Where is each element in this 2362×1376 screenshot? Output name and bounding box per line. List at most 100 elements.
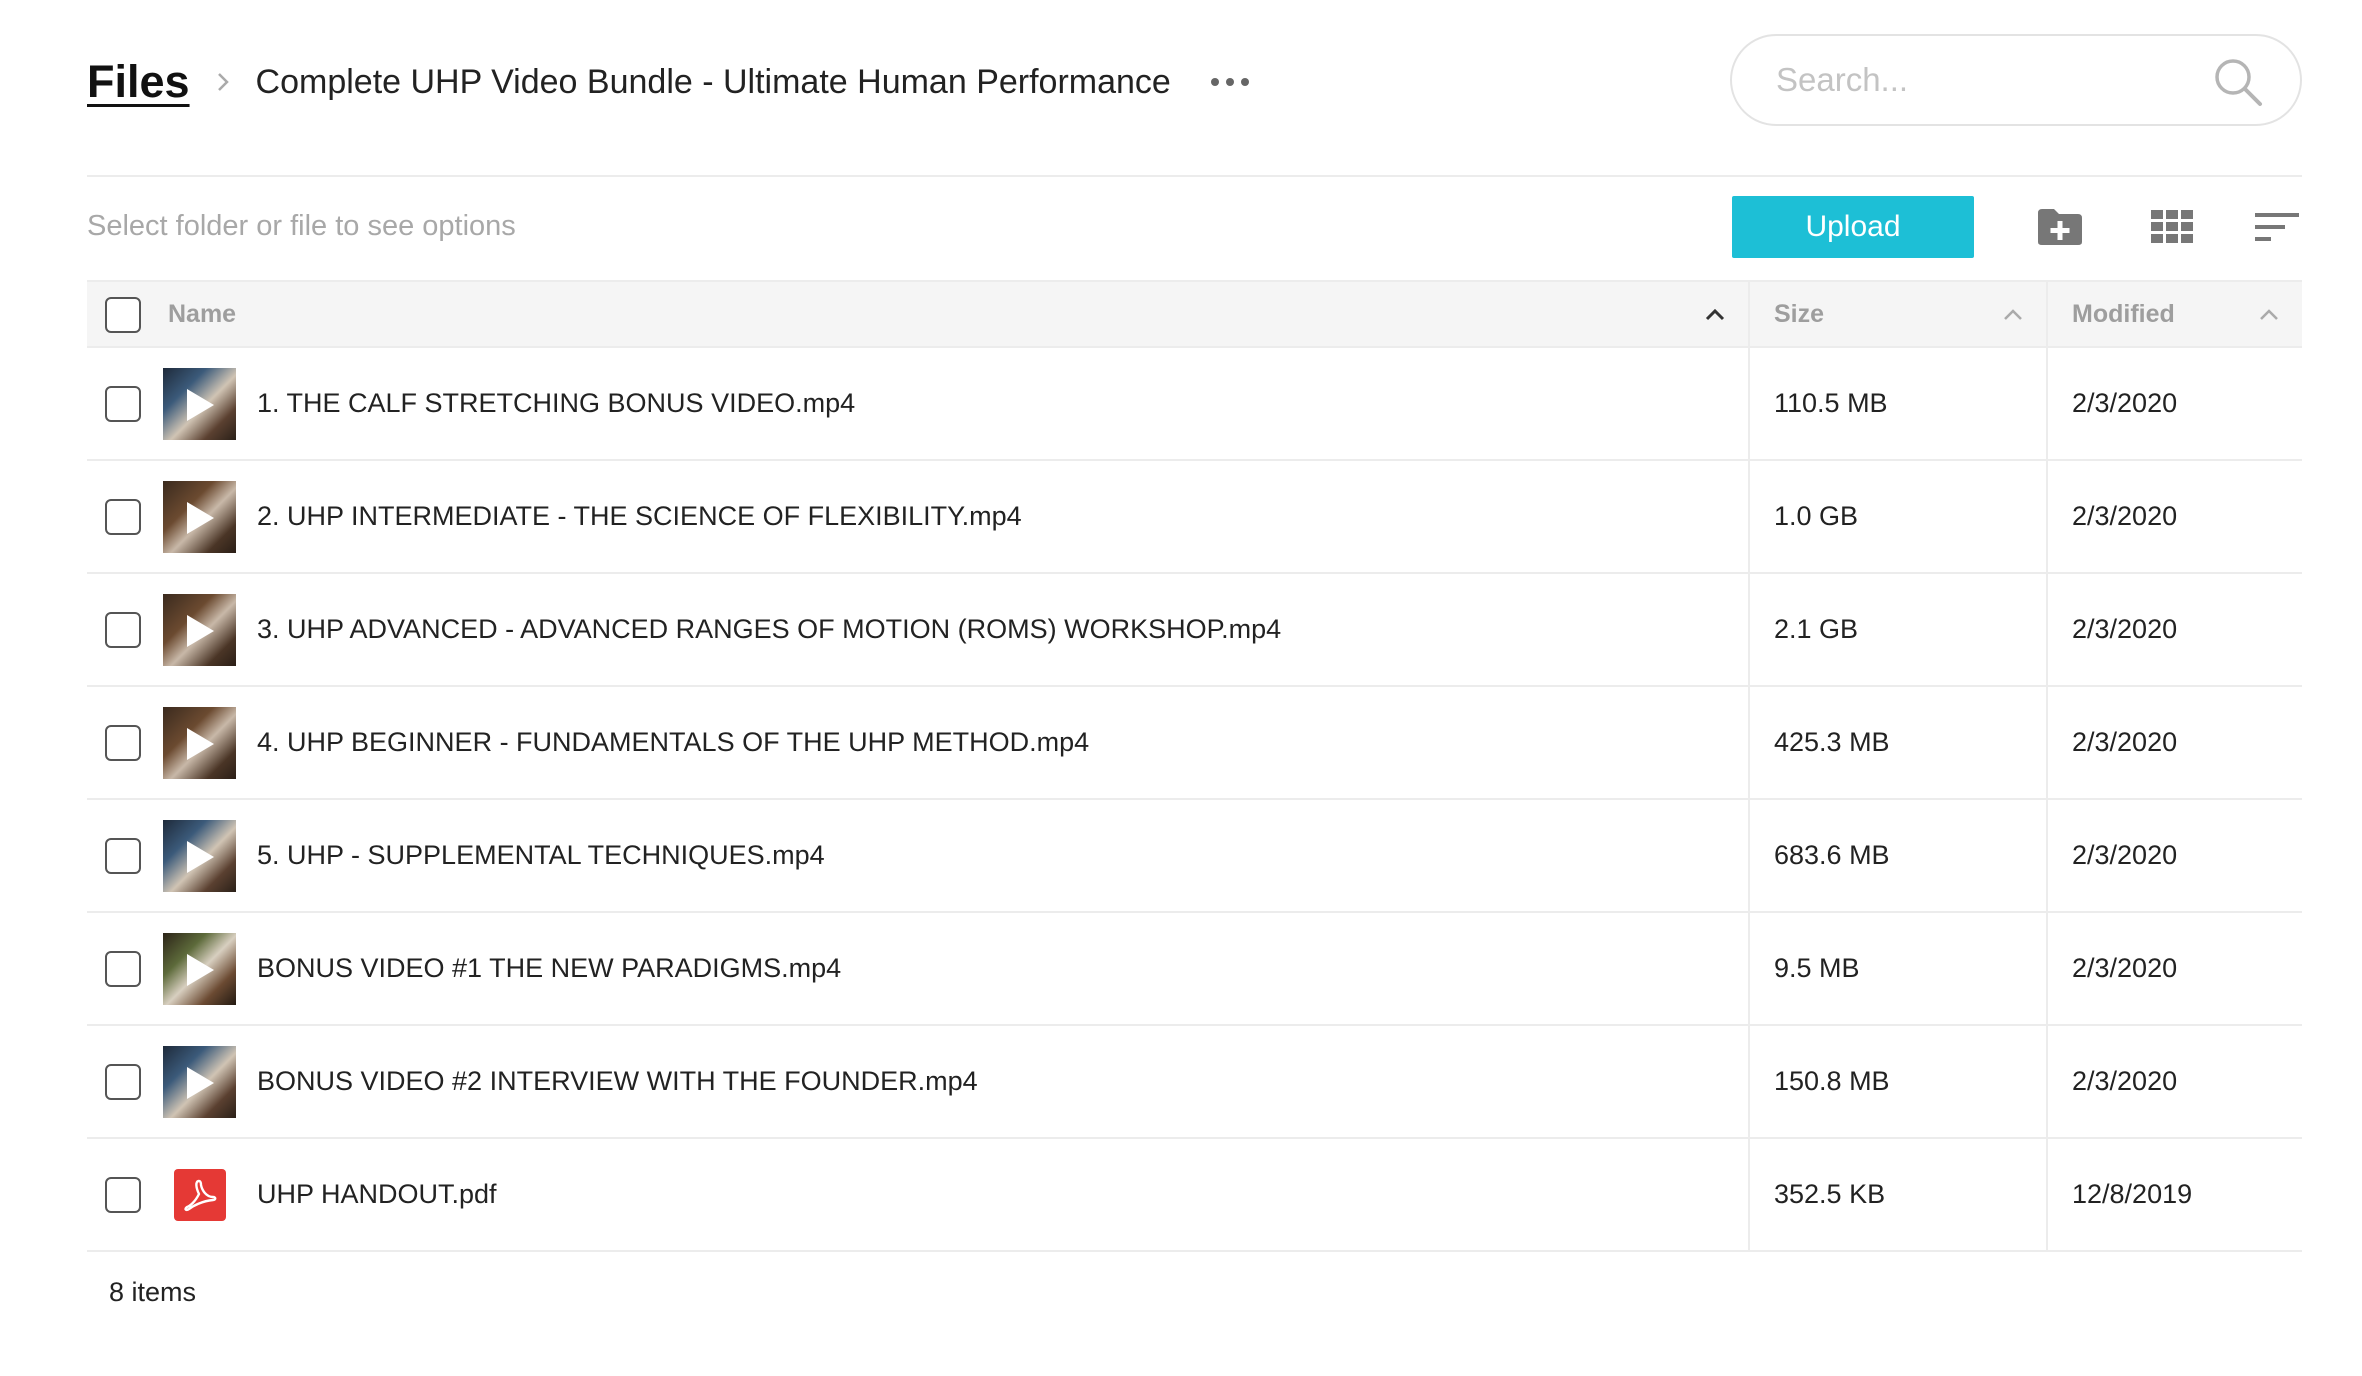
table-row[interactable]: BONUS VIDEO #2 INTERVIEW WITH THE FOUNDE… — [87, 1026, 2302, 1139]
file-modified: 2/3/2020 — [2072, 840, 2178, 870]
select-all-checkbox[interactable] — [105, 297, 141, 333]
chevron-right-icon — [212, 71, 234, 93]
cell-modified: 2/3/2020 — [2048, 461, 2302, 572]
search-input[interactable] — [1774, 60, 2198, 100]
column-header-name[interactable]: Name — [87, 282, 1750, 346]
cell-modified: 2/3/2020 — [2048, 800, 2302, 911]
file-size: 2.1 GB — [1774, 614, 1859, 644]
row-checkbox[interactable] — [105, 838, 141, 874]
item-count: 8 items — [109, 1277, 197, 1307]
dot-icon — [1240, 78, 1249, 86]
file-name[interactable]: BONUS VIDEO #1 THE NEW PARADIGMS.mp4 — [257, 953, 841, 984]
table-row[interactable]: 1. THE CALF STRETCHING BONUS VIDEO.mp4 1… — [87, 348, 2302, 461]
table-row[interactable]: 4. UHP BEGINNER - FUNDAMENTALS OF THE UH… — [87, 687, 2302, 800]
selection-hint: Select folder or file to see options — [87, 210, 516, 242]
file-name[interactable]: 1. THE CALF STRETCHING BONUS VIDEO.mp4 — [257, 388, 855, 419]
cell-modified: 2/3/2020 — [2048, 913, 2302, 1024]
cell-name: 3. UHP ADVANCED - ADVANCED RANGES OF MOT… — [87, 574, 1750, 685]
play-icon — [187, 389, 214, 421]
cell-name: 2. UHP INTERMEDIATE - THE SCIENCE OF FLE… — [87, 461, 1750, 572]
new-folder-icon[interactable] — [2036, 204, 2084, 250]
file-size: 150.8 MB — [1774, 1066, 1890, 1096]
play-icon — [187, 954, 214, 986]
cell-size: 683.6 MB — [1750, 800, 2048, 911]
file-table: Name Size Modified 1. THE CALF STRETCHIN… — [87, 280, 2302, 1252]
file-modified: 2/3/2020 — [2072, 388, 2178, 418]
file-modified: 2/3/2020 — [2072, 727, 2178, 757]
play-icon — [187, 841, 214, 873]
video-thumbnail[interactable] — [163, 481, 236, 553]
table-row[interactable]: BONUS VIDEO #1 THE NEW PARADIGMS.mp4 9.5… — [87, 913, 2302, 1026]
pdf-file-icon[interactable] — [174, 1169, 226, 1221]
file-size: 1.0 GB — [1774, 501, 1859, 531]
file-size: 110.5 MB — [1774, 388, 1888, 418]
cell-modified: 2/3/2020 — [2048, 348, 2302, 459]
cell-modified: 12/8/2019 — [2048, 1139, 2302, 1250]
file-name[interactable]: UHP HANDOUT.pdf — [257, 1179, 497, 1210]
header: Files Complete UHP Video Bundle - Ultima… — [87, 0, 2302, 177]
cell-name: 4. UHP BEGINNER - FUNDAMENTALS OF THE UH… — [87, 687, 1750, 798]
row-checkbox[interactable] — [105, 1064, 141, 1100]
breadcrumb: Files Complete UHP Video Bundle - Ultima… — [87, 52, 1253, 112]
chevron-up-icon[interactable] — [2258, 304, 2280, 326]
video-thumbnail[interactable] — [163, 707, 236, 779]
more-options-button[interactable] — [1207, 62, 1253, 102]
cell-size: 1.0 GB — [1750, 461, 2048, 572]
table-row[interactable]: UHP HANDOUT.pdf 352.5 KB 12/8/2019 — [87, 1139, 2302, 1252]
table-row[interactable]: 3. UHP ADVANCED - ADVANCED RANGES OF MOT… — [87, 574, 2302, 687]
file-name[interactable]: 4. UHP BEGINNER - FUNDAMENTALS OF THE UH… — [257, 727, 1089, 758]
play-icon — [187, 502, 214, 534]
search-box — [1730, 34, 2302, 126]
sort-icon[interactable] — [2254, 204, 2302, 250]
column-label-modified: Modified — [2072, 300, 2175, 328]
breadcrumb-root-link[interactable]: Files — [87, 56, 190, 108]
chevron-up-icon[interactable] — [2002, 304, 2024, 326]
grid-view-icon[interactable] — [2148, 204, 2196, 250]
file-size: 9.5 MB — [1774, 953, 1860, 983]
video-thumbnail[interactable] — [163, 933, 236, 1005]
video-thumbnail[interactable] — [163, 594, 236, 666]
file-name[interactable]: 3. UHP ADVANCED - ADVANCED RANGES OF MOT… — [257, 614, 1281, 645]
cell-size: 425.3 MB — [1750, 687, 2048, 798]
file-modified: 2/3/2020 — [2072, 501, 2178, 531]
dot-icon — [1210, 78, 1219, 86]
cell-modified: 2/3/2020 — [2048, 687, 2302, 798]
video-thumbnail[interactable] — [163, 1046, 236, 1118]
column-header-size[interactable]: Size — [1750, 282, 2048, 346]
file-name[interactable]: 2. UHP INTERMEDIATE - THE SCIENCE OF FLE… — [257, 501, 1022, 532]
file-name[interactable]: 5. UHP - SUPPLEMENTAL TECHNIQUES.mp4 — [257, 840, 825, 871]
search-icon[interactable] — [2212, 56, 2264, 108]
file-modified: 2/3/2020 — [2072, 953, 2178, 983]
table-row[interactable]: 5. UHP - SUPPLEMENTAL TECHNIQUES.mp4 683… — [87, 800, 2302, 913]
toolbar: Select folder or file to see options Upl… — [87, 178, 2302, 280]
chevron-up-icon[interactable] — [1704, 304, 1726, 326]
cell-size: 2.1 GB — [1750, 574, 2048, 685]
file-size: 683.6 MB — [1774, 840, 1890, 870]
table-header: Name Size Modified — [87, 280, 2302, 348]
row-checkbox[interactable] — [105, 1177, 141, 1213]
cell-name: BONUS VIDEO #1 THE NEW PARADIGMS.mp4 — [87, 913, 1750, 1024]
video-thumbnail[interactable] — [163, 820, 236, 892]
table-row[interactable]: 2. UHP INTERMEDIATE - THE SCIENCE OF FLE… — [87, 461, 2302, 574]
row-checkbox[interactable] — [105, 951, 141, 987]
video-thumbnail[interactable] — [163, 368, 236, 440]
row-checkbox[interactable] — [105, 386, 141, 422]
breadcrumb-current: Complete UHP Video Bundle - Ultimate Hum… — [255, 62, 1171, 101]
cell-modified: 2/3/2020 — [2048, 574, 2302, 685]
row-checkbox[interactable] — [105, 725, 141, 761]
cell-size: 150.8 MB — [1750, 1026, 2048, 1137]
cell-size: 110.5 MB — [1750, 348, 2048, 459]
cell-modified: 2/3/2020 — [2048, 1026, 2302, 1137]
file-size: 352.5 KB — [1774, 1179, 1886, 1209]
upload-button[interactable]: Upload — [1732, 196, 1974, 258]
cell-name: UHP HANDOUT.pdf — [87, 1139, 1750, 1250]
row-checkbox[interactable] — [105, 499, 141, 535]
file-modified: 12/8/2019 — [2072, 1179, 2193, 1209]
column-header-modified[interactable]: Modified — [2048, 282, 2302, 346]
row-checkbox[interactable] — [105, 612, 141, 648]
play-icon — [187, 615, 214, 647]
file-size: 425.3 MB — [1774, 727, 1890, 757]
cell-name: 1. THE CALF STRETCHING BONUS VIDEO.mp4 — [87, 348, 1750, 459]
play-icon — [187, 728, 214, 760]
file-name[interactable]: BONUS VIDEO #2 INTERVIEW WITH THE FOUNDE… — [257, 1066, 978, 1097]
